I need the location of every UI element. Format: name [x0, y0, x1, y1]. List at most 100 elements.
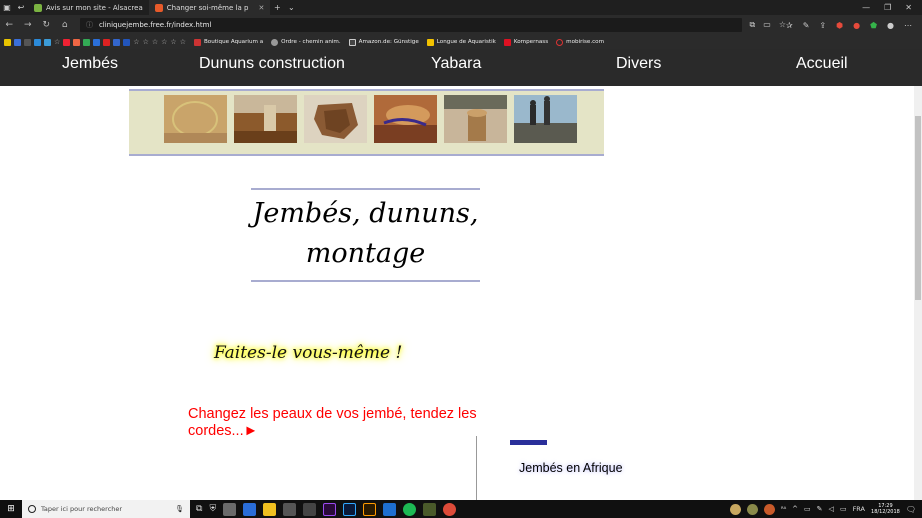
file-explorer-icon[interactable]	[263, 502, 277, 516]
plus-icon[interactable]: +	[270, 3, 284, 12]
bookmark-icon[interactable]	[63, 38, 71, 46]
taskbar: ⊞ Taper ici pour rechercher 🎙 ⧉ ⛨ ᴿᴬ ^ ▭…	[0, 500, 922, 518]
minimize-icon[interactable]: —	[862, 3, 870, 12]
star-icon[interactable]: ☆	[54, 38, 60, 46]
tab-back-icon[interactable]: ↩	[14, 3, 28, 12]
bookmark-icon[interactable]	[113, 38, 121, 46]
app-icon[interactable]	[423, 502, 437, 516]
tray-app-icon[interactable]	[763, 503, 775, 515]
mic-icon[interactable]: 🎙	[175, 505, 184, 513]
favorite-star-icon[interactable]: ☆	[779, 20, 786, 30]
more-icon[interactable]: ⋯	[904, 21, 912, 30]
share-icon[interactable]: ⇪	[819, 21, 826, 30]
spotify-icon[interactable]	[403, 502, 417, 516]
pen-icon[interactable]: ✎	[803, 21, 810, 30]
nav-divers[interactable]: Divers	[616, 55, 661, 73]
star-icon[interactable]: ☆	[152, 38, 158, 46]
mini-banner-image[interactable]	[510, 440, 547, 445]
star-icon[interactable]: ☆	[133, 38, 139, 46]
favicon-icon	[34, 3, 42, 12]
reading-view-icon[interactable]: ▭	[763, 20, 771, 30]
volume-icon[interactable]: ◁	[829, 505, 834, 513]
bookmark-icon[interactable]	[123, 38, 131, 46]
favorites-icon[interactable]: ✰	[786, 21, 793, 30]
bookmark-icon[interactable]	[14, 38, 21, 46]
pen-tray-icon[interactable]: ✎	[817, 505, 823, 513]
bookmark-icon[interactable]	[93, 38, 101, 46]
shield-icon[interactable]: ⬢	[836, 21, 843, 30]
address-bar: ← → ↻ ⌂ ⓘ cliniquejembe.free.fr/index.ht…	[0, 15, 922, 35]
clock-date: 18/12/2018	[871, 509, 900, 515]
bookmark-icon[interactable]	[4, 38, 11, 46]
jembes-afrique-link[interactable]: Jembés en Afrique	[519, 461, 623, 476]
mail-icon[interactable]	[303, 502, 317, 516]
store-icon[interactable]	[283, 502, 297, 516]
edge-icon[interactable]	[383, 502, 397, 516]
adblock-icon[interactable]: ●	[853, 21, 860, 30]
tray-app-icon[interactable]	[729, 503, 741, 515]
photoshop-icon[interactable]	[343, 502, 357, 516]
tab-changer[interactable]: Changer soi-même la p ✕	[148, 0, 271, 15]
chevron-up-icon[interactable]: ^	[792, 505, 798, 513]
extension-shield-icon[interactable]: ⬟	[870, 21, 877, 30]
close-window-icon[interactable]: ✕	[905, 3, 912, 12]
cta-link[interactable]: Changez les peaux de vos jembé, tendez l…	[188, 406, 478, 440]
favorite-link[interactable]: Kompernass	[503, 38, 548, 46]
nav-dununs-construction[interactable]: Dununs construction	[199, 55, 345, 73]
shield-app-icon[interactable]: ⛨	[209, 504, 216, 514]
scrollbar-thumb[interactable]	[915, 116, 921, 300]
system-tray: ᴿᴬ ^ ▭ ✎ ◁ ▭ FRA 17:29 18/12/2018 🗨	[729, 503, 922, 515]
favorite-link[interactable]: Boutique Aquarium a	[193, 38, 263, 46]
favicon-icon	[271, 38, 279, 46]
bookmark-icon[interactable]	[73, 38, 81, 46]
taskbar-search[interactable]: Taper ici pour rechercher 🎙	[22, 500, 190, 518]
star-icon[interactable]: ☆	[161, 38, 167, 46]
nav-yabara[interactable]: Yabara	[431, 55, 481, 73]
back-icon[interactable]: ←	[0, 20, 18, 30]
premiere-icon[interactable]	[323, 502, 337, 516]
people-icon[interactable]: ᴿᴬ	[781, 506, 786, 513]
chevron-down-icon[interactable]: ⌄	[284, 3, 298, 12]
input-icon[interactable]: ▭	[840, 505, 847, 513]
windows-start-icon[interactable]: ⊞	[0, 504, 22, 514]
bookmark-icon[interactable]	[83, 38, 91, 46]
tray-app-icon[interactable]	[746, 503, 758, 515]
star-icon[interactable]: ☆	[180, 38, 186, 46]
favorite-link[interactable]: Longue de Aquaristik	[426, 38, 496, 46]
browser-tab-bar: ▣ ↩ Avis sur mon site - Alsacrea Changer…	[0, 0, 922, 15]
bookmark-icon[interactable]	[34, 38, 41, 46]
favorite-link[interactable]: mobirise.com	[556, 38, 604, 46]
app-icon[interactable]	[223, 502, 237, 516]
app-icon[interactable]	[243, 502, 257, 516]
chrome-icon[interactable]	[443, 502, 457, 516]
window-menu-icon[interactable]: ▣	[0, 3, 14, 12]
extension-icon[interactable]: ⧉	[750, 20, 756, 30]
language-label[interactable]: FRA	[853, 505, 865, 513]
url-input[interactable]: ⓘ cliniquejembe.free.fr/index.html	[79, 18, 742, 32]
bookmark-icon[interactable]	[44, 38, 51, 46]
forward-icon[interactable]: →	[18, 20, 36, 30]
favorite-link[interactable]: Ordre - chemin anim.	[271, 38, 341, 46]
title-line-1: Jembés, dununs,	[252, 198, 479, 229]
bookmark-icon[interactable]	[103, 38, 111, 46]
photo-banner	[129, 89, 604, 156]
close-tab-icon[interactable]: ✕	[258, 4, 264, 12]
favorite-link[interactable]: Amazon.de: Günstige	[348, 38, 419, 46]
dot-icon[interactable]: ●	[887, 21, 894, 30]
clock[interactable]: 17:29 18/12/2018	[871, 503, 900, 515]
network-icon[interactable]: ▭	[804, 505, 811, 513]
notification-icon[interactable]: 🗨	[906, 505, 916, 514]
banner-photo-people	[514, 95, 577, 143]
nav-accueil[interactable]: Accueil	[796, 55, 848, 73]
illustrator-icon[interactable]	[363, 502, 377, 516]
star-icon[interactable]: ☆	[143, 38, 149, 46]
nav-jembes[interactable]: Jembés	[62, 55, 118, 73]
tab-title: Changer soi-même la p	[166, 3, 249, 12]
refresh-icon[interactable]: ↻	[37, 20, 55, 30]
tab-avis[interactable]: Avis sur mon site - Alsacrea	[28, 0, 149, 15]
task-view-icon[interactable]: ⧉	[196, 504, 202, 514]
bookmark-icon[interactable]	[24, 38, 31, 46]
restore-icon[interactable]: ❐	[884, 3, 891, 12]
home-icon[interactable]: ⌂	[55, 20, 73, 30]
star-icon[interactable]: ☆	[170, 38, 176, 46]
